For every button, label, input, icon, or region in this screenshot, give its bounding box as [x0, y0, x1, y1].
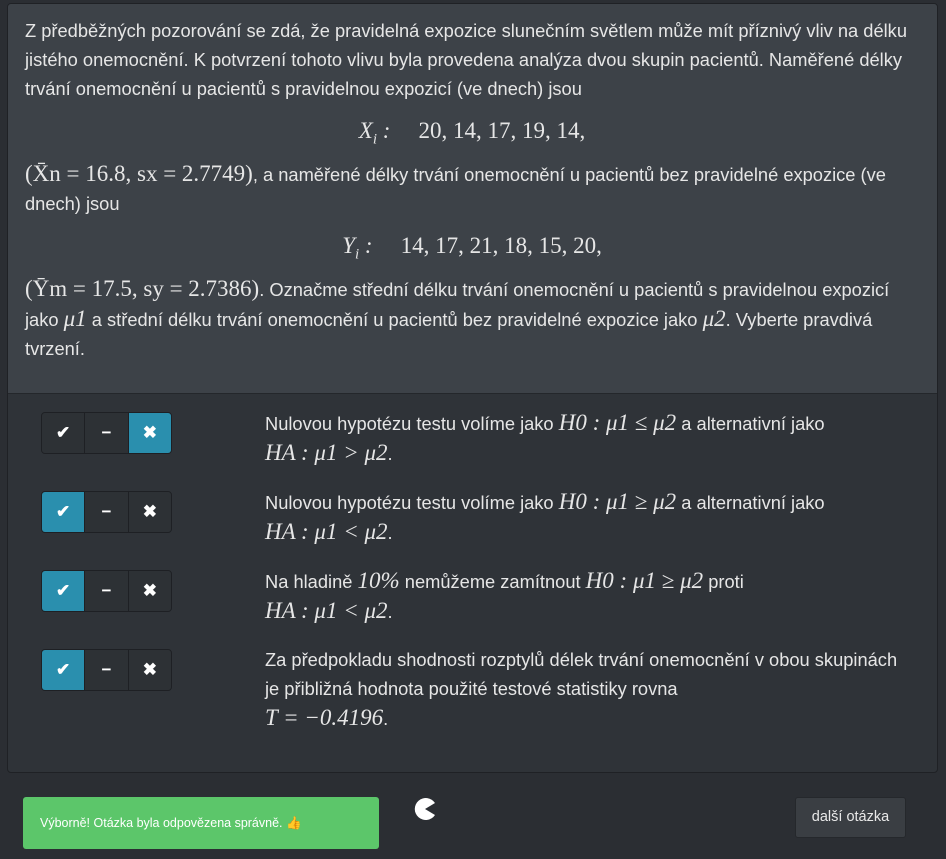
success-alert: Výborně! Otázka byla odpovězena správně.… [23, 797, 379, 849]
answer-toggle-group: ✔ − ✖ [41, 570, 172, 612]
pacman-icon [414, 798, 435, 820]
next-question-button[interactable]: další otázka [795, 797, 906, 838]
minus-icon: − [101, 660, 112, 679]
cross-icon: ✖ [142, 581, 157, 600]
answer-toggle-group: ✔ − ✖ [41, 491, 172, 533]
false-button[interactable]: ✖ [128, 571, 171, 611]
answer-statement: Na hladině 10% nemůžeme zamítnout H0 : μ… [265, 568, 744, 623]
question-text: Z předběžných pozorování se zdá, že prav… [8, 4, 937, 394]
mu1-symbol: μ1 [63, 306, 87, 331]
false-button[interactable]: ✖ [128, 492, 171, 532]
question-intro: Z předběžných pozorování se zdá, že prav… [25, 20, 907, 99]
answer-statement: Nulovou hypotézu testu volíme jako H0 : … [265, 489, 825, 544]
cross-icon: ✖ [142, 660, 157, 679]
y-stats: (Ȳm = 17.5, sy = 2.7386) [25, 276, 260, 301]
false-button[interactable]: ✖ [128, 650, 171, 690]
neutral-button[interactable]: − [85, 413, 129, 453]
y-values: 14, 17, 21, 18, 15, 20, [400, 233, 602, 258]
cross-icon: ✖ [142, 502, 157, 521]
answer-toggle-group: ✔ − ✖ [41, 649, 172, 691]
x-values-display: Xi :20, 14, 17, 19, 14, [358, 118, 586, 148]
x-values: 20, 14, 17, 19, 14, [418, 118, 586, 143]
check-icon: ✔ [56, 423, 71, 442]
true-button[interactable]: ✔ [42, 571, 86, 611]
y-values-display: Yi :14, 17, 21, 18, 15, 20, [342, 233, 602, 263]
x-stats: (X̄n = 16.8, sx = 2.7749) [25, 161, 253, 186]
true-button[interactable]: ✔ [42, 492, 86, 532]
minus-icon: − [101, 581, 112, 600]
cross-icon: ✖ [142, 423, 157, 442]
question-card: Z předběžných pozorování se zdá, že prav… [7, 3, 938, 773]
thumbs-up-icon: 👍 [286, 816, 302, 830]
minus-icon: − [101, 502, 112, 521]
true-button[interactable]: ✔ [42, 650, 86, 690]
check-icon: ✔ [56, 581, 71, 600]
true-button[interactable]: ✔ [42, 413, 86, 453]
success-message: Výborně! Otázka byla odpovězena správně. [40, 816, 283, 830]
answer-statement: Nulovou hypotézu testu volíme jako H0 : … [265, 410, 825, 465]
answer-toggle-group: ✔ − ✖ [41, 412, 172, 454]
neutral-button[interactable]: − [85, 571, 129, 611]
check-icon: ✔ [56, 660, 71, 679]
mu2-symbol: μ2 [702, 306, 726, 331]
neutral-button[interactable]: − [85, 492, 129, 532]
neutral-button[interactable]: − [85, 650, 129, 690]
check-icon: ✔ [56, 502, 71, 521]
answer-statement: Za předpokladu shodnosti rozptylů délek … [265, 649, 898, 730]
false-button[interactable]: ✖ [128, 413, 171, 453]
minus-icon: − [101, 423, 112, 442]
